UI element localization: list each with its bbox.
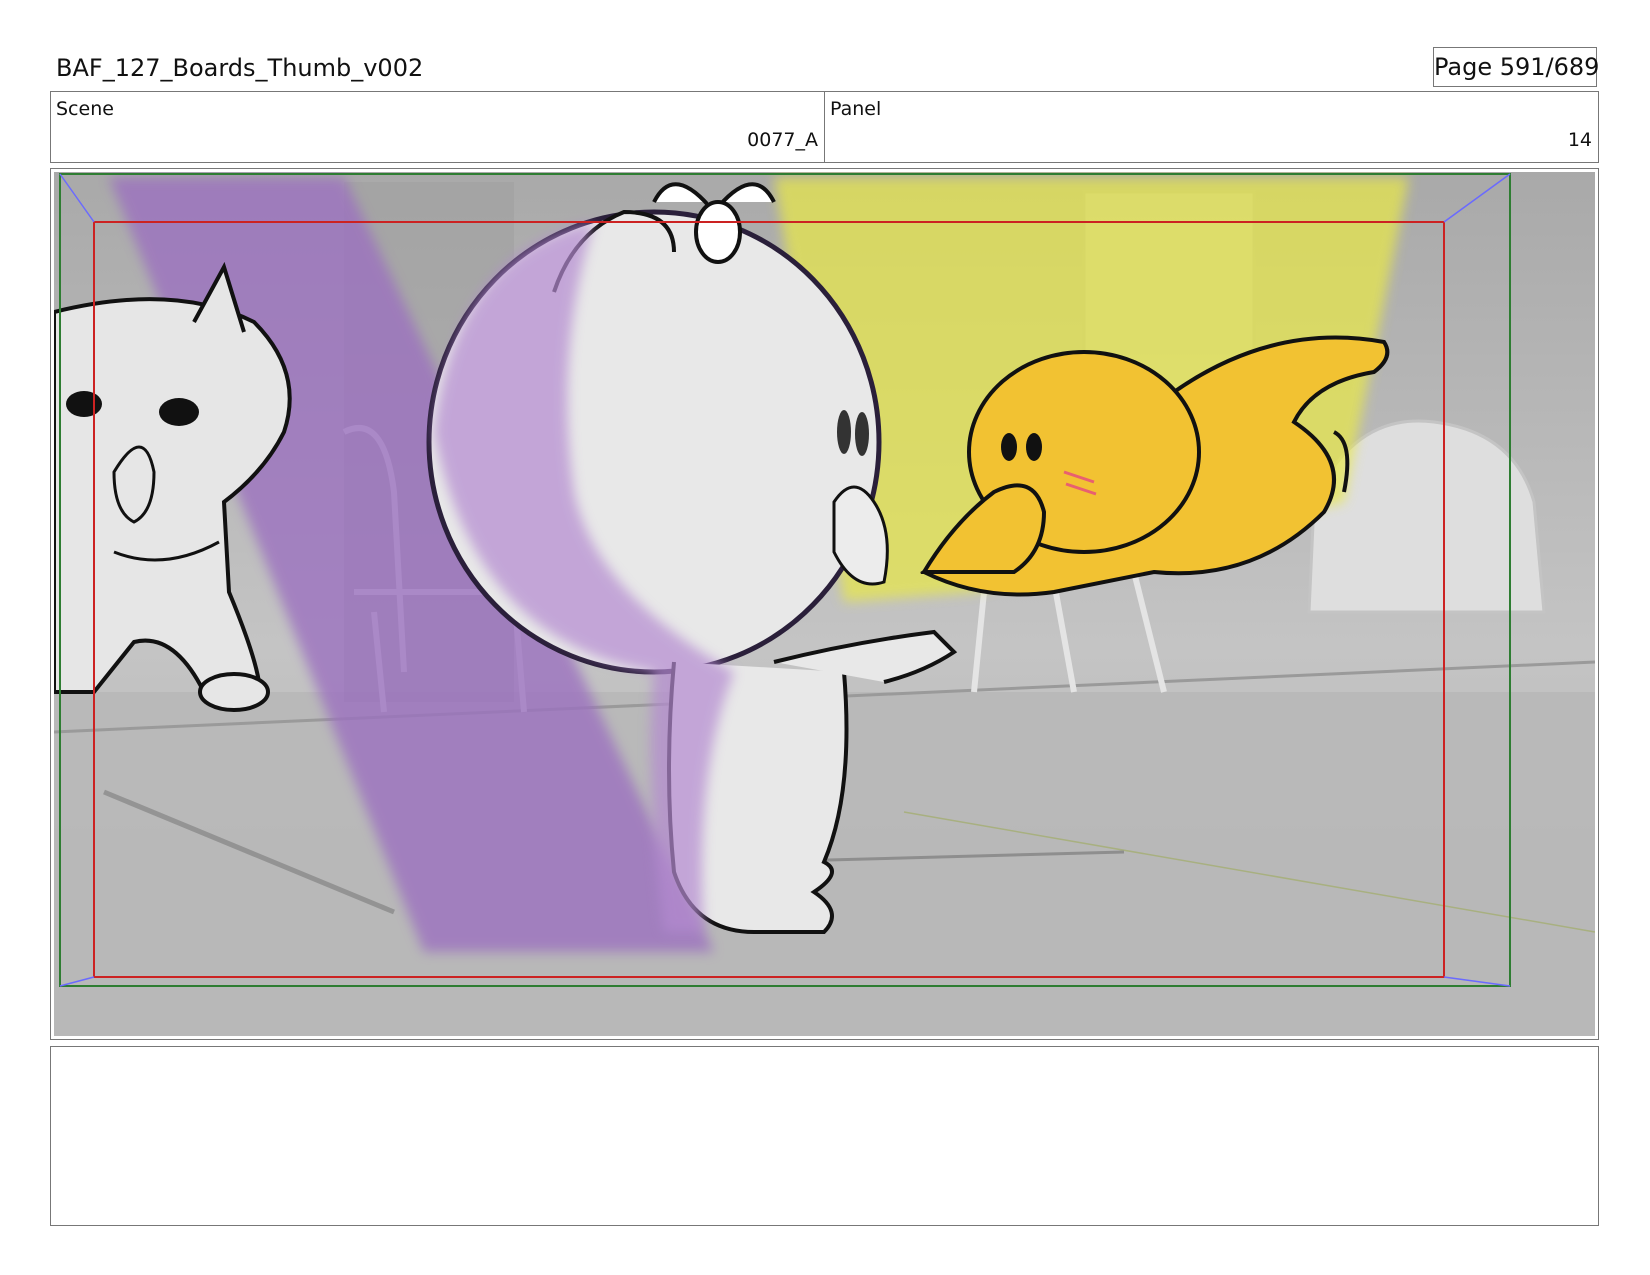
storyboard-frame — [50, 168, 1599, 1040]
panel-value: 14 — [1567, 129, 1592, 151]
page-number-box: Page 591/689 — [1433, 47, 1599, 87]
scene-cell: Scene 0077_A — [51, 92, 825, 162]
document-title: BAF_127_Boards_Thumb_v002 — [56, 54, 424, 82]
storyboard-page: BAF_127_Boards_Thumb_v002 Page 591/689 S… — [0, 0, 1650, 1275]
storyboard-drawing — [54, 172, 1595, 1036]
action-notes-box — [50, 1046, 1599, 1226]
panel-label: Panel — [830, 98, 882, 120]
scene-label: Scene — [56, 98, 114, 120]
panel-cell: Panel 14 — [825, 92, 1598, 162]
scene-value: 0077_A — [747, 129, 818, 151]
scene-panel-info-row: Scene 0077_A Panel 14 — [50, 91, 1599, 163]
